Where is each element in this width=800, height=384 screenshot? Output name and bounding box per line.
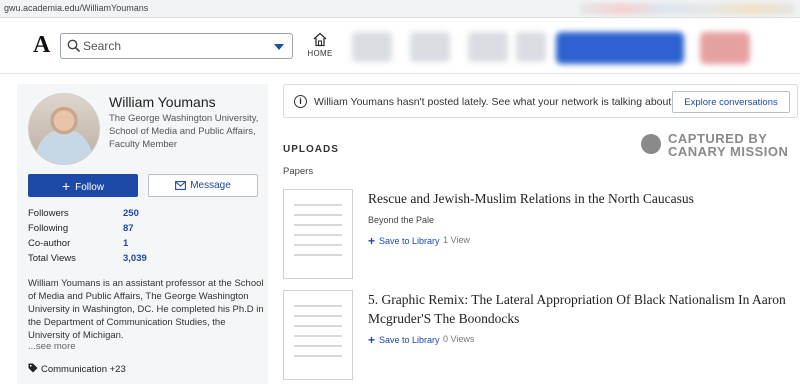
stat-value[interactable]: 1 — [123, 238, 128, 253]
stat-followers[interactable]: Followers 250 — [28, 208, 228, 223]
plus-icon: + — [368, 333, 376, 347]
profile-affiliation[interactable]: The George Washington University, School… — [109, 112, 259, 151]
plus-icon: + — [61, 177, 71, 194]
nav-item-obscured[interactable] — [410, 32, 450, 62]
explore-conversations-button[interactable]: Explore conversations — [672, 91, 790, 113]
search-dropdown-icon[interactable] — [274, 44, 284, 50]
stat-label: Total Views — [28, 253, 76, 264]
save-to-library-button[interactable]: + Save to Library — [368, 333, 440, 347]
canary-logo-icon — [641, 134, 661, 154]
follow-button[interactable]: + Follow — [28, 174, 138, 197]
message-button[interactable]: Message — [148, 174, 258, 197]
browser-address-bar[interactable]: gwu.academia.edu/WilliamYoumans — [0, 0, 800, 18]
tag-icon — [28, 363, 38, 373]
activity-notice: i William Youmans hasn't posted lately. … — [283, 84, 798, 118]
profile-stats: Followers 250 Following 87 Co-author 1 T… — [28, 208, 228, 268]
profile-name: William Youmans — [109, 94, 216, 110]
address-url[interactable]: gwu.academia.edu/WilliamYoumans — [4, 3, 148, 13]
stat-value: 3,039 — [123, 253, 147, 264]
home-icon — [313, 32, 327, 47]
nav-item-obscured[interactable] — [352, 32, 392, 62]
paper-thumbnail[interactable] — [283, 290, 353, 380]
academia-logo[interactable]: A — [33, 32, 50, 59]
paper-item: Rescue and Jewish-Muslim Relations in th… — [283, 189, 798, 281]
top-navigation: A HOME — [0, 18, 800, 74]
stat-total-views: Total Views 3,039 — [28, 253, 228, 268]
watermark-line2: CANARY MISSION — [668, 144, 789, 159]
tag-label: Communication +23 — [41, 364, 126, 375]
envelope-icon — [175, 181, 187, 190]
stat-following[interactable]: Following 87 — [28, 223, 228, 238]
see-more-link[interactable]: ...see more — [28, 341, 76, 352]
papers-section-label: Papers — [283, 166, 314, 177]
paper-title[interactable]: 5. Graphic Remix: The Lateral Appropriat… — [368, 290, 793, 328]
browser-extension-icons — [580, 3, 795, 15]
message-label: Message — [190, 180, 231, 191]
save-to-library-button[interactable]: + Save to Library — [368, 234, 440, 248]
stat-value[interactable]: 250 — [123, 208, 139, 223]
plus-icon: + — [368, 234, 376, 248]
search-input[interactable] — [83, 37, 263, 55]
paper-subtitle: Beyond the Pale — [368, 215, 435, 225]
avatar — [28, 93, 100, 165]
stat-label: Followers — [28, 208, 69, 219]
info-icon: i — [294, 95, 307, 108]
upgrade-button-obscured[interactable] — [556, 32, 684, 64]
save-label: Save to Library — [379, 335, 440, 345]
nav-item-obscured[interactable] — [516, 32, 546, 62]
profile-bio: William Youmans is an assistant professo… — [28, 278, 264, 341]
nav-home-label: HOME — [307, 49, 333, 58]
profile-panel: William Youmans The George Washington Un… — [17, 84, 268, 384]
stat-coauthor[interactable]: Co-author 1 — [28, 238, 228, 253]
paper-title[interactable]: Rescue and Jewish-Muslim Relations in th… — [368, 189, 793, 208]
stat-value[interactable]: 87 — [123, 223, 134, 238]
stat-label: Following — [28, 223, 69, 234]
follow-label: Follow — [75, 181, 105, 193]
paper-thumbnail[interactable] — [283, 189, 353, 279]
research-interests-tag[interactable]: Communication +23 — [28, 363, 126, 375]
paper-item: 5. Graphic Remix: The Lateral Appropriat… — [283, 290, 798, 382]
notice-text: William Youmans hasn't posted lately. Se… — [314, 96, 675, 108]
profile-menu-obscured[interactable] — [700, 32, 750, 64]
uploads-heading: UPLOADS — [283, 144, 339, 155]
paper-views: 1 View — [443, 235, 470, 245]
search-icon — [67, 39, 81, 53]
nav-home[interactable]: HOME — [300, 32, 340, 64]
search-box[interactable] — [60, 33, 293, 59]
nav-item-obscured[interactable] — [468, 32, 508, 62]
paper-views: 0 Views — [443, 334, 475, 344]
save-label: Save to Library — [379, 236, 440, 246]
stat-label: Co-author — [28, 238, 71, 249]
